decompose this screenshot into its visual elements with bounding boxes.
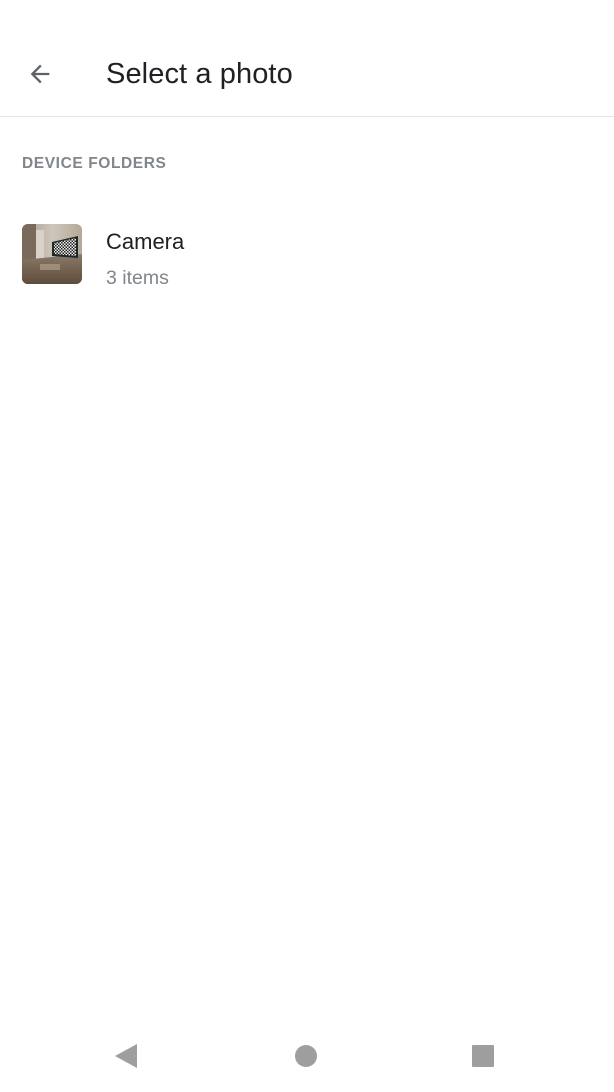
room-photo-thumbnail — [22, 224, 82, 284]
folder-name: Camera — [106, 229, 185, 254]
app-bar: Select a photo — [0, 0, 614, 117]
system-nav-bar — [0, 1020, 614, 1092]
section-header-device-folders: DEVICE FOLDERS — [22, 155, 167, 172]
back-button[interactable] — [16, 50, 64, 98]
nav-home-button[interactable] — [282, 1032, 330, 1080]
folder-item-camera[interactable]: Camera 3 items — [0, 206, 614, 302]
nav-recents-button[interactable] — [459, 1032, 507, 1080]
page-title: Select a photo — [106, 58, 293, 90]
circle-home-icon — [295, 1045, 317, 1067]
triangle-back-icon — [115, 1044, 137, 1068]
nav-back-button[interactable] — [102, 1032, 150, 1080]
folder-thumbnail — [22, 224, 82, 284]
folder-item-count: 3 items — [106, 267, 169, 289]
arrow-back-icon — [30, 64, 50, 84]
square-recents-icon — [472, 1045, 494, 1067]
photo-picker-screen: Select a photo DEVICE FOLDERS Camera 3 i… — [0, 0, 614, 1092]
